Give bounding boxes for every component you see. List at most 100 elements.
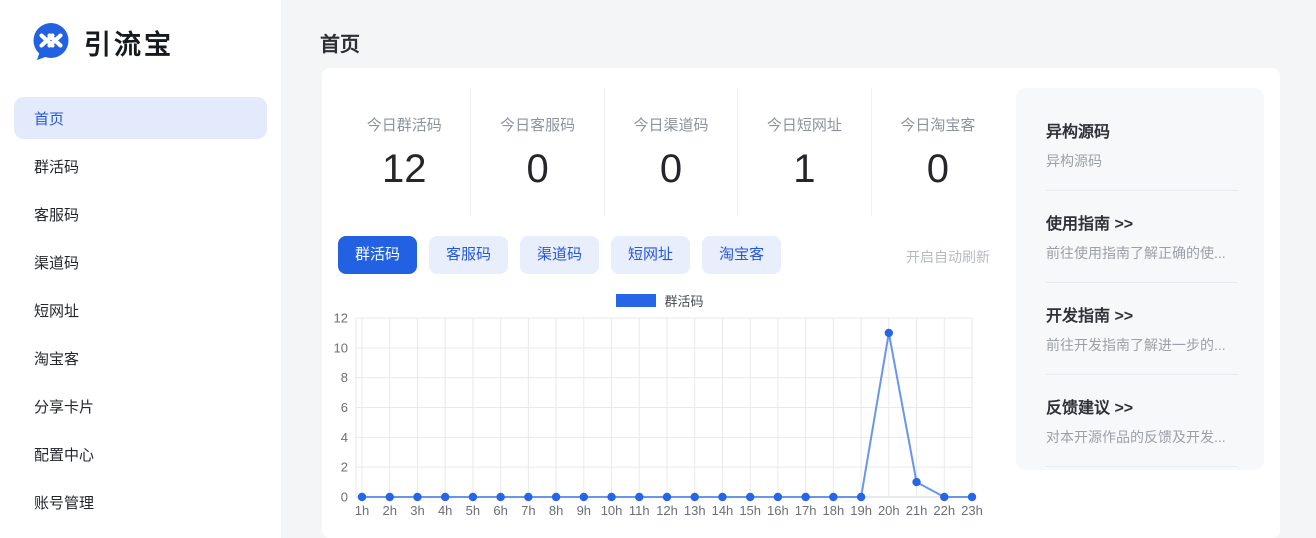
x-tick-label: 1h bbox=[355, 503, 369, 518]
info-section-link[interactable]: 使用指南 >> bbox=[1046, 210, 1238, 234]
sidebar-menu: 首页群活码客服码渠道码短网址淘宝客分享卡片配置中心账号管理 bbox=[0, 97, 281, 523]
sidebar-item-7[interactable]: 配置中心 bbox=[14, 433, 267, 475]
stat-label: 今日淘宝客 bbox=[900, 114, 975, 135]
y-tick-label: 12 bbox=[334, 311, 348, 326]
info-section-desc: 对本开源作品的反馈及开发... bbox=[1046, 427, 1238, 447]
data-point-3h[interactable] bbox=[413, 493, 421, 501]
x-tick-label: 19h bbox=[850, 503, 872, 518]
sidebar-item-6[interactable]: 分享卡片 bbox=[14, 385, 267, 427]
stat-label: 今日渠道码 bbox=[634, 114, 709, 135]
data-point-15h[interactable] bbox=[746, 493, 754, 501]
y-tick-label: 0 bbox=[341, 490, 348, 505]
x-tick-label: 21h bbox=[906, 503, 928, 518]
app-name: 引流宝 bbox=[84, 23, 174, 62]
y-tick-label: 6 bbox=[341, 400, 348, 415]
divider bbox=[1046, 190, 1238, 191]
stat-card-1: 今日客服码0 bbox=[471, 88, 604, 216]
x-tick-label: 14h bbox=[712, 503, 734, 518]
x-tick-label: 3h bbox=[410, 503, 424, 518]
info-section-1: 使用指南 >> 前往使用指南了解正确的使... bbox=[1046, 210, 1238, 263]
info-section-desc: 前往使用指南了解正确的使... bbox=[1046, 243, 1238, 263]
stat-value: 0 bbox=[927, 147, 949, 192]
x-tick-label: 13h bbox=[684, 503, 706, 518]
info-section-desc: 前往开发指南了解进一步的... bbox=[1046, 335, 1238, 355]
info-section-2: 开发指南 >> 前往开发指南了解进一步的... bbox=[1046, 302, 1238, 355]
data-point-1h[interactable] bbox=[358, 493, 366, 501]
divider bbox=[1046, 466, 1238, 467]
data-point-4h[interactable] bbox=[441, 493, 449, 501]
sidebar-item-2[interactable]: 客服码 bbox=[14, 193, 267, 235]
stat-label: 今日群活码 bbox=[367, 114, 442, 135]
sidebar: 引流宝 首页群活码客服码渠道码短网址淘宝客分享卡片配置中心账号管理 bbox=[0, 0, 281, 538]
stat-card-3: 今日短网址 1 bbox=[738, 88, 871, 216]
legend-swatch bbox=[616, 294, 656, 307]
x-tick-label: 6h bbox=[493, 503, 507, 518]
x-tick-label: 16h bbox=[767, 503, 789, 518]
info-section-3: 反馈建议 >> 对本开源作品的反馈及开发... bbox=[1046, 394, 1238, 447]
x-tick-label: 15h bbox=[739, 503, 761, 518]
x-tick-label: 2h bbox=[382, 503, 396, 518]
x-tick-label: 17h bbox=[795, 503, 817, 518]
data-point-7h[interactable] bbox=[524, 493, 532, 501]
info-section-link[interactable]: 开发指南 >> bbox=[1046, 302, 1238, 326]
x-tick-label: 22h bbox=[933, 503, 955, 518]
y-tick-label: 8 bbox=[341, 370, 348, 385]
sidebar-item-8[interactable]: 账号管理 bbox=[14, 481, 267, 523]
app-logo: 引流宝 bbox=[0, 0, 281, 62]
stat-value: 0 bbox=[526, 147, 548, 192]
sidebar-item-0[interactable]: 首页 bbox=[14, 97, 267, 139]
data-point-9h[interactable] bbox=[580, 493, 588, 501]
x-tick-label: 9h bbox=[577, 503, 591, 518]
info-section-link[interactable]: 异构源码 bbox=[1046, 118, 1238, 142]
x-tick-label: 4h bbox=[438, 503, 452, 518]
data-point-22h[interactable] bbox=[940, 493, 948, 501]
divider bbox=[1046, 374, 1238, 375]
x-tick-label: 5h bbox=[466, 503, 480, 518]
y-tick-label: 10 bbox=[334, 340, 348, 355]
x-tick-label: 7h bbox=[521, 503, 535, 518]
data-point-20h[interactable] bbox=[885, 329, 893, 337]
data-point-5h[interactable] bbox=[469, 493, 477, 501]
sidebar-item-1[interactable]: 群活码 bbox=[14, 145, 267, 187]
data-point-12h[interactable] bbox=[663, 493, 671, 501]
x-tick-label: 8h bbox=[549, 503, 563, 518]
chat-bubble-xx-icon bbox=[30, 21, 72, 63]
y-tick-label: 4 bbox=[341, 430, 348, 445]
x-tick-label: 20h bbox=[878, 503, 900, 518]
stat-value: 1 bbox=[793, 147, 815, 192]
x-tick-label: 10h bbox=[601, 503, 623, 518]
data-point-18h[interactable] bbox=[829, 493, 837, 501]
data-point-17h[interactable] bbox=[801, 493, 809, 501]
data-point-23h[interactable] bbox=[968, 493, 976, 501]
data-point-14h[interactable] bbox=[718, 493, 726, 501]
x-tick-label: 18h bbox=[823, 503, 845, 518]
x-tick-label: 23h bbox=[961, 503, 983, 518]
stat-label: 今日短网址 bbox=[767, 114, 842, 135]
info-section-desc: 异构源码 bbox=[1046, 151, 1238, 171]
auto-refresh-toggle[interactable]: 开启自动刷新 bbox=[338, 247, 990, 267]
stat-card-0: 今日群活码 12 bbox=[338, 88, 471, 216]
y-tick-label: 2 bbox=[341, 460, 348, 475]
x-tick-label: 11h bbox=[629, 503, 650, 518]
data-point-2h[interactable] bbox=[386, 493, 394, 501]
sidebar-item-3[interactable]: 渠道码 bbox=[14, 241, 267, 283]
info-section-link[interactable]: 反馈建议 >> bbox=[1046, 394, 1238, 418]
data-point-6h[interactable] bbox=[496, 493, 504, 501]
x-tick-label: 12h bbox=[656, 503, 678, 518]
stat-value: 0 bbox=[660, 147, 682, 192]
data-point-10h[interactable] bbox=[607, 493, 615, 501]
data-point-11h[interactable] bbox=[635, 493, 643, 501]
stat-card-2: 今日渠道码 0 bbox=[605, 88, 738, 216]
page-title: 首页 bbox=[320, 28, 360, 57]
line-chart: 0 2 4 6 8 10 12 1h 2h 3h 4h 5h 6h 7h 8h 9h 10h 11h 12h 13h 1… bbox=[330, 308, 990, 528]
data-point-8h[interactable] bbox=[552, 493, 560, 501]
stat-value: 12 bbox=[382, 147, 427, 192]
data-point-19h[interactable] bbox=[857, 493, 865, 501]
data-point-21h[interactable] bbox=[912, 478, 920, 486]
sidebar-item-5[interactable]: 淘宝客 bbox=[14, 337, 267, 379]
data-point-16h[interactable] bbox=[774, 493, 782, 501]
data-point-13h[interactable] bbox=[691, 493, 699, 501]
divider bbox=[1046, 282, 1238, 283]
stat-card-4: 今日淘宝客 0 bbox=[872, 88, 1004, 216]
sidebar-item-4[interactable]: 短网址 bbox=[14, 289, 267, 331]
